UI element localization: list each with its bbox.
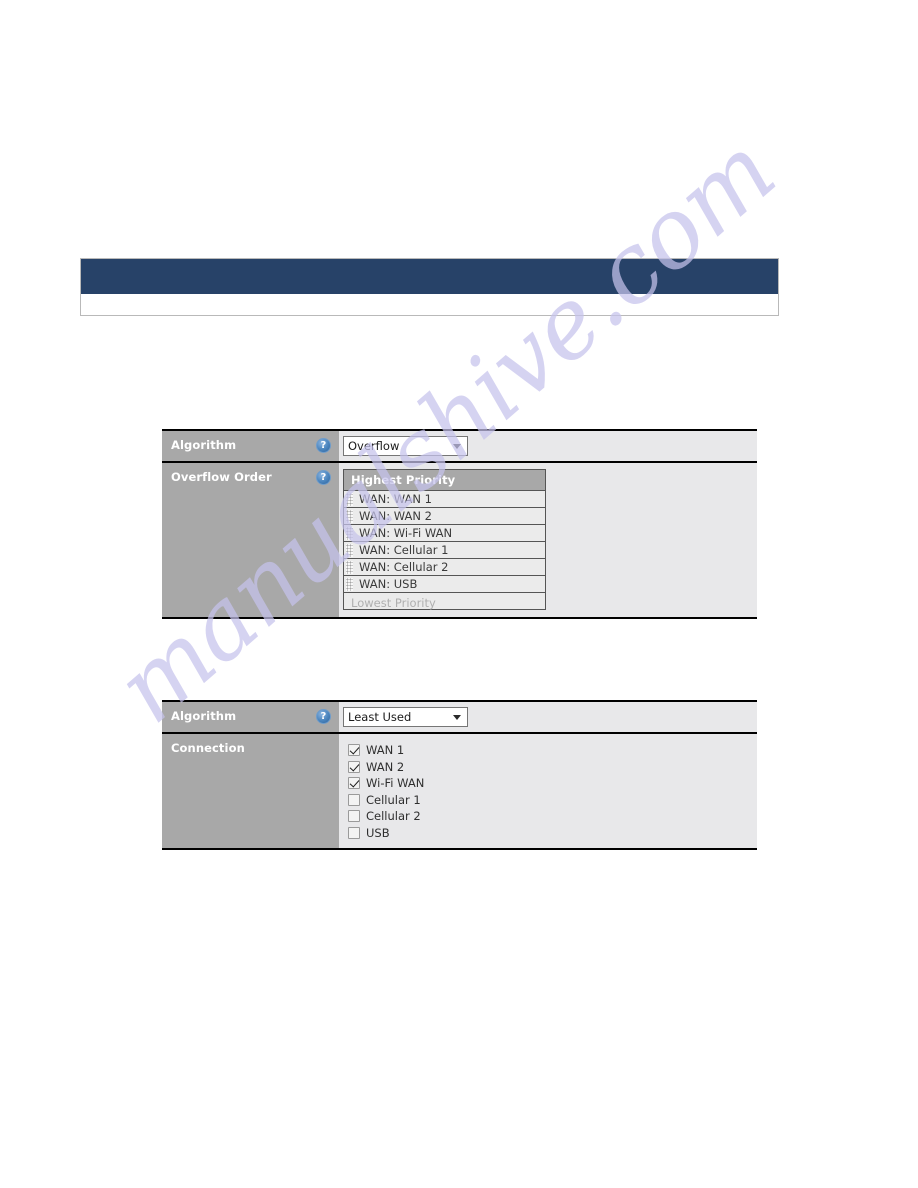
drag-handle-icon[interactable] (346, 577, 353, 591)
overflow-settings-table: Algorithm ? Overflow Overflow Order ? Hi… (162, 429, 757, 619)
page-header (80, 258, 779, 316)
row-label-overflow-order: Overflow Order ? (162, 463, 339, 617)
table-row: Overflow Order ? Highest Priority WAN: W… (162, 463, 757, 617)
list-item-label: USB (366, 825, 390, 840)
list-item[interactable]: USB (348, 825, 757, 842)
page-header-subbar (80, 294, 779, 316)
list-item-label: WAN: Wi-Fi WAN (359, 526, 453, 540)
list-item[interactable]: WAN: Wi-Fi WAN (344, 525, 545, 542)
drag-handle-icon[interactable] (346, 509, 353, 523)
drag-handle-icon[interactable] (346, 526, 353, 540)
table-row: Connection WAN 1 WAN 2 Wi-Fi WAN Cellula… (162, 734, 757, 848)
row-label-text: Connection (171, 741, 245, 755)
table-row: Algorithm ? Overflow (162, 431, 757, 463)
algorithm-select-2[interactable]: Least Used (343, 707, 468, 727)
checkbox-wan-1[interactable] (348, 744, 360, 757)
lowest-priority-footer: Lowest Priority (344, 593, 545, 610)
chevron-down-icon (453, 715, 461, 720)
algorithm-select[interactable]: Overflow (343, 436, 468, 456)
list-item[interactable]: WAN 2 (348, 759, 757, 776)
highest-priority-header: Highest Priority (344, 470, 545, 491)
algorithm-select-value: Least Used (348, 710, 412, 724)
row-label-text: Algorithm (171, 709, 237, 723)
chevron-down-icon (453, 444, 461, 449)
list-item[interactable]: WAN: Cellular 1 (344, 542, 545, 559)
row-label-text: Algorithm (171, 438, 237, 452)
overflow-order-list[interactable]: Highest Priority WAN: WAN 1 WAN: WAN 2 W… (343, 469, 546, 610)
drag-handle-icon[interactable] (346, 560, 353, 574)
list-item-label: WAN 1 (366, 743, 405, 757)
page-header-bar (80, 258, 779, 294)
question-mark-icon[interactable]: ? (316, 438, 331, 453)
checkbox-usb[interactable] (348, 826, 360, 839)
list-item-label: WAN: WAN 1 (359, 492, 432, 506)
row-label-connection: Connection (162, 734, 339, 848)
list-item-label: WAN: WAN 2 (359, 509, 432, 523)
checkbox-cellular-1[interactable] (348, 793, 360, 806)
list-item-label: WAN: Cellular 2 (359, 560, 449, 574)
drag-handle-icon[interactable] (346, 492, 353, 506)
row-value-algorithm-2: Least Used (339, 702, 757, 732)
list-item[interactable]: WAN: WAN 2 (344, 508, 545, 525)
list-item-label: WAN: USB (359, 577, 418, 591)
least-used-settings-table: Algorithm ? Least Used Connection WAN 1 (162, 700, 757, 850)
list-item-label: Wi-Fi WAN (366, 776, 425, 790)
row-label-algorithm: Algorithm ? (162, 431, 339, 461)
list-item-label: WAN 2 (366, 759, 405, 774)
list-item[interactable]: Cellular 2 (348, 808, 757, 825)
row-value-algorithm: Overflow (339, 431, 757, 461)
list-item[interactable]: WAN: USB (344, 576, 545, 593)
algorithm-select-value: Overflow (348, 439, 400, 453)
row-label-algorithm-2: Algorithm ? (162, 702, 339, 732)
table-row: Algorithm ? Least Used (162, 702, 757, 734)
checkbox-wan-2[interactable] (348, 760, 360, 773)
list-item-label: Cellular 2 (366, 809, 421, 823)
checkbox-wifi-wan[interactable] (348, 777, 360, 790)
connection-checkbox-list: WAN 1 WAN 2 Wi-Fi WAN Cellular 1 Cellula… (343, 739, 757, 843)
checkbox-cellular-2[interactable] (348, 810, 360, 823)
list-item-label: WAN: Cellular 1 (359, 543, 449, 557)
list-item-label: Cellular 1 (366, 792, 421, 807)
list-item[interactable]: WAN 1 (348, 742, 757, 759)
question-mark-icon[interactable]: ? (316, 470, 331, 485)
list-item[interactable]: Cellular 1 (348, 792, 757, 809)
question-mark-icon[interactable]: ? (316, 709, 331, 724)
list-item[interactable]: WAN: Cellular 2 (344, 559, 545, 576)
list-item[interactable]: WAN: WAN 1 (344, 491, 545, 508)
list-item[interactable]: Wi-Fi WAN (348, 775, 757, 792)
drag-handle-icon[interactable] (346, 543, 353, 557)
row-value-overflow-order: Highest Priority WAN: WAN 1 WAN: WAN 2 W… (339, 463, 757, 617)
row-label-text: Overflow Order (171, 470, 272, 484)
row-value-connection: WAN 1 WAN 2 Wi-Fi WAN Cellular 1 Cellula… (339, 734, 757, 848)
